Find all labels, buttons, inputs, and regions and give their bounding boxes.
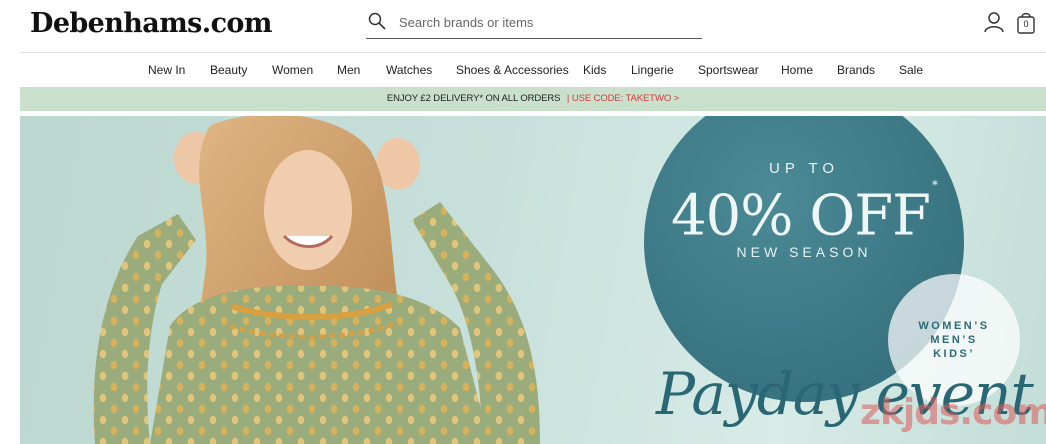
hero-model-photo <box>93 116 540 444</box>
watermark: zkjds.com <box>860 392 1046 433</box>
offer-up-to: UP TO <box>768 160 840 177</box>
site-header: Debenhams.com 0 <box>0 0 1046 52</box>
search-icon[interactable] <box>368 12 386 30</box>
offer-subline: NEW SEASON <box>736 244 872 260</box>
promo-code-link[interactable]: | USE CODE: TAKETWO > <box>567 93 679 104</box>
hero-banner[interactable]: UP TO 40% OFF * NEW SEASON WOMEN’S MEN’S … <box>20 116 1046 444</box>
shopping-bag-button[interactable]: 0 <box>1016 11 1036 34</box>
nav-item-lingerie[interactable]: Lingerie <box>631 63 674 77</box>
category-list: WOMEN’S MEN’S KIDS’ <box>888 319 1020 361</box>
nav-item-men[interactable]: Men <box>337 63 360 77</box>
promo-text: ENJOY £2 DELIVERY* ON ALL ORDERS <box>386 93 561 104</box>
bag-count: 0 <box>1023 19 1029 29</box>
nav-item-beauty[interactable]: Beauty <box>210 63 247 77</box>
category-kids: KIDS’ <box>933 348 975 360</box>
nav-item-sportswear[interactable]: Sportswear <box>698 63 759 77</box>
search-input[interactable] <box>399 12 689 32</box>
main-nav: New In Beauty Women Men Watches Shoes & … <box>0 53 1046 85</box>
promo-banner[interactable]: ENJOY £2 DELIVERY* ON ALL ORDERS | USE C… <box>20 87 1046 111</box>
offer-discount-text: 40% OFF <box>671 183 931 249</box>
user-icon[interactable] <box>983 11 1005 33</box>
nav-item-sale[interactable]: Sale <box>899 63 923 77</box>
nav-item-home[interactable]: Home <box>781 63 813 77</box>
site-logo[interactable]: Debenhams.com <box>30 8 272 39</box>
nav-item-new-in[interactable]: New In <box>148 63 185 77</box>
nav-item-women[interactable]: Women <box>272 63 313 77</box>
nav-item-brands[interactable]: Brands <box>837 63 875 77</box>
search-bar[interactable] <box>366 9 702 39</box>
category-womens: WOMEN’S <box>918 320 990 332</box>
offer-discount: 40% OFF * <box>644 178 964 249</box>
nav-item-shoes-accessories[interactable]: Shoes & Accessories <box>456 63 569 77</box>
category-mens: MEN’S <box>930 334 978 346</box>
nav-item-watches[interactable]: Watches <box>386 63 432 77</box>
nav-item-kids[interactable]: Kids <box>583 63 606 77</box>
offer-asterisk: * <box>931 178 938 192</box>
